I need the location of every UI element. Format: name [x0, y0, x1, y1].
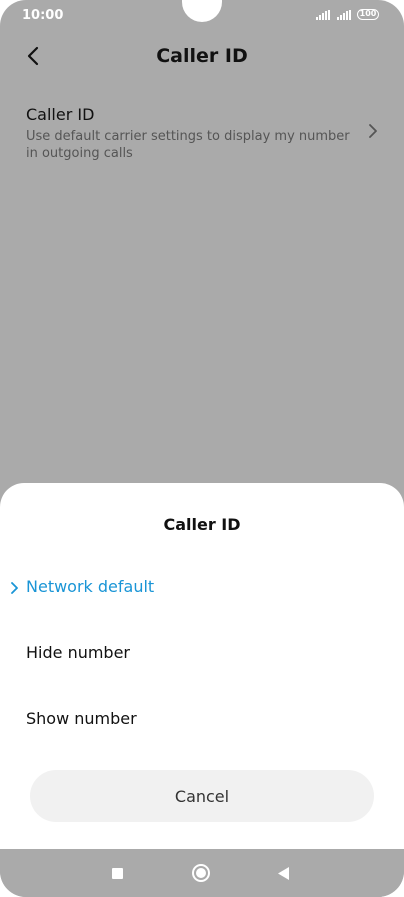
checkmark-chevron-icon [11, 582, 18, 594]
navigation-bar [0, 849, 404, 897]
camera-notch [182, 0, 222, 22]
option-hide-number[interactable]: Hide number [0, 625, 404, 681]
page-title: Caller ID [156, 45, 248, 67]
option-network-default[interactable]: Network default [0, 559, 404, 615]
status-time: 10:00 [22, 8, 64, 23]
back-triangle-icon[interactable] [278, 867, 290, 880]
signal-icon [316, 10, 330, 20]
status-bar: 10:00 100 [0, 0, 404, 32]
option-label: Network default [26, 577, 155, 596]
recents-icon[interactable] [112, 868, 123, 879]
option-label: Hide number [26, 643, 131, 662]
signal-icon [337, 10, 351, 20]
setting-title: Caller ID [26, 105, 95, 124]
option-show-number[interactable]: Show number [0, 691, 404, 747]
cancel-button[interactable]: Cancel [30, 770, 374, 822]
chevron-right-icon [369, 124, 377, 138]
dialog-title: Caller ID [163, 515, 241, 534]
screen: 10:00 100 Caller ID Caller ID Use defaul… [0, 0, 404, 897]
setting-subtitle: Use default carrier settings to display … [26, 129, 350, 161]
caller-id-dialog: Caller ID Network default Hide number Sh… [0, 483, 404, 849]
caller-id-setting-row[interactable]: Caller ID Use default carrier settings t… [0, 98, 404, 168]
option-label: Show number [26, 709, 137, 728]
battery-icon: 100 [357, 9, 379, 20]
home-icon[interactable] [192, 864, 210, 882]
